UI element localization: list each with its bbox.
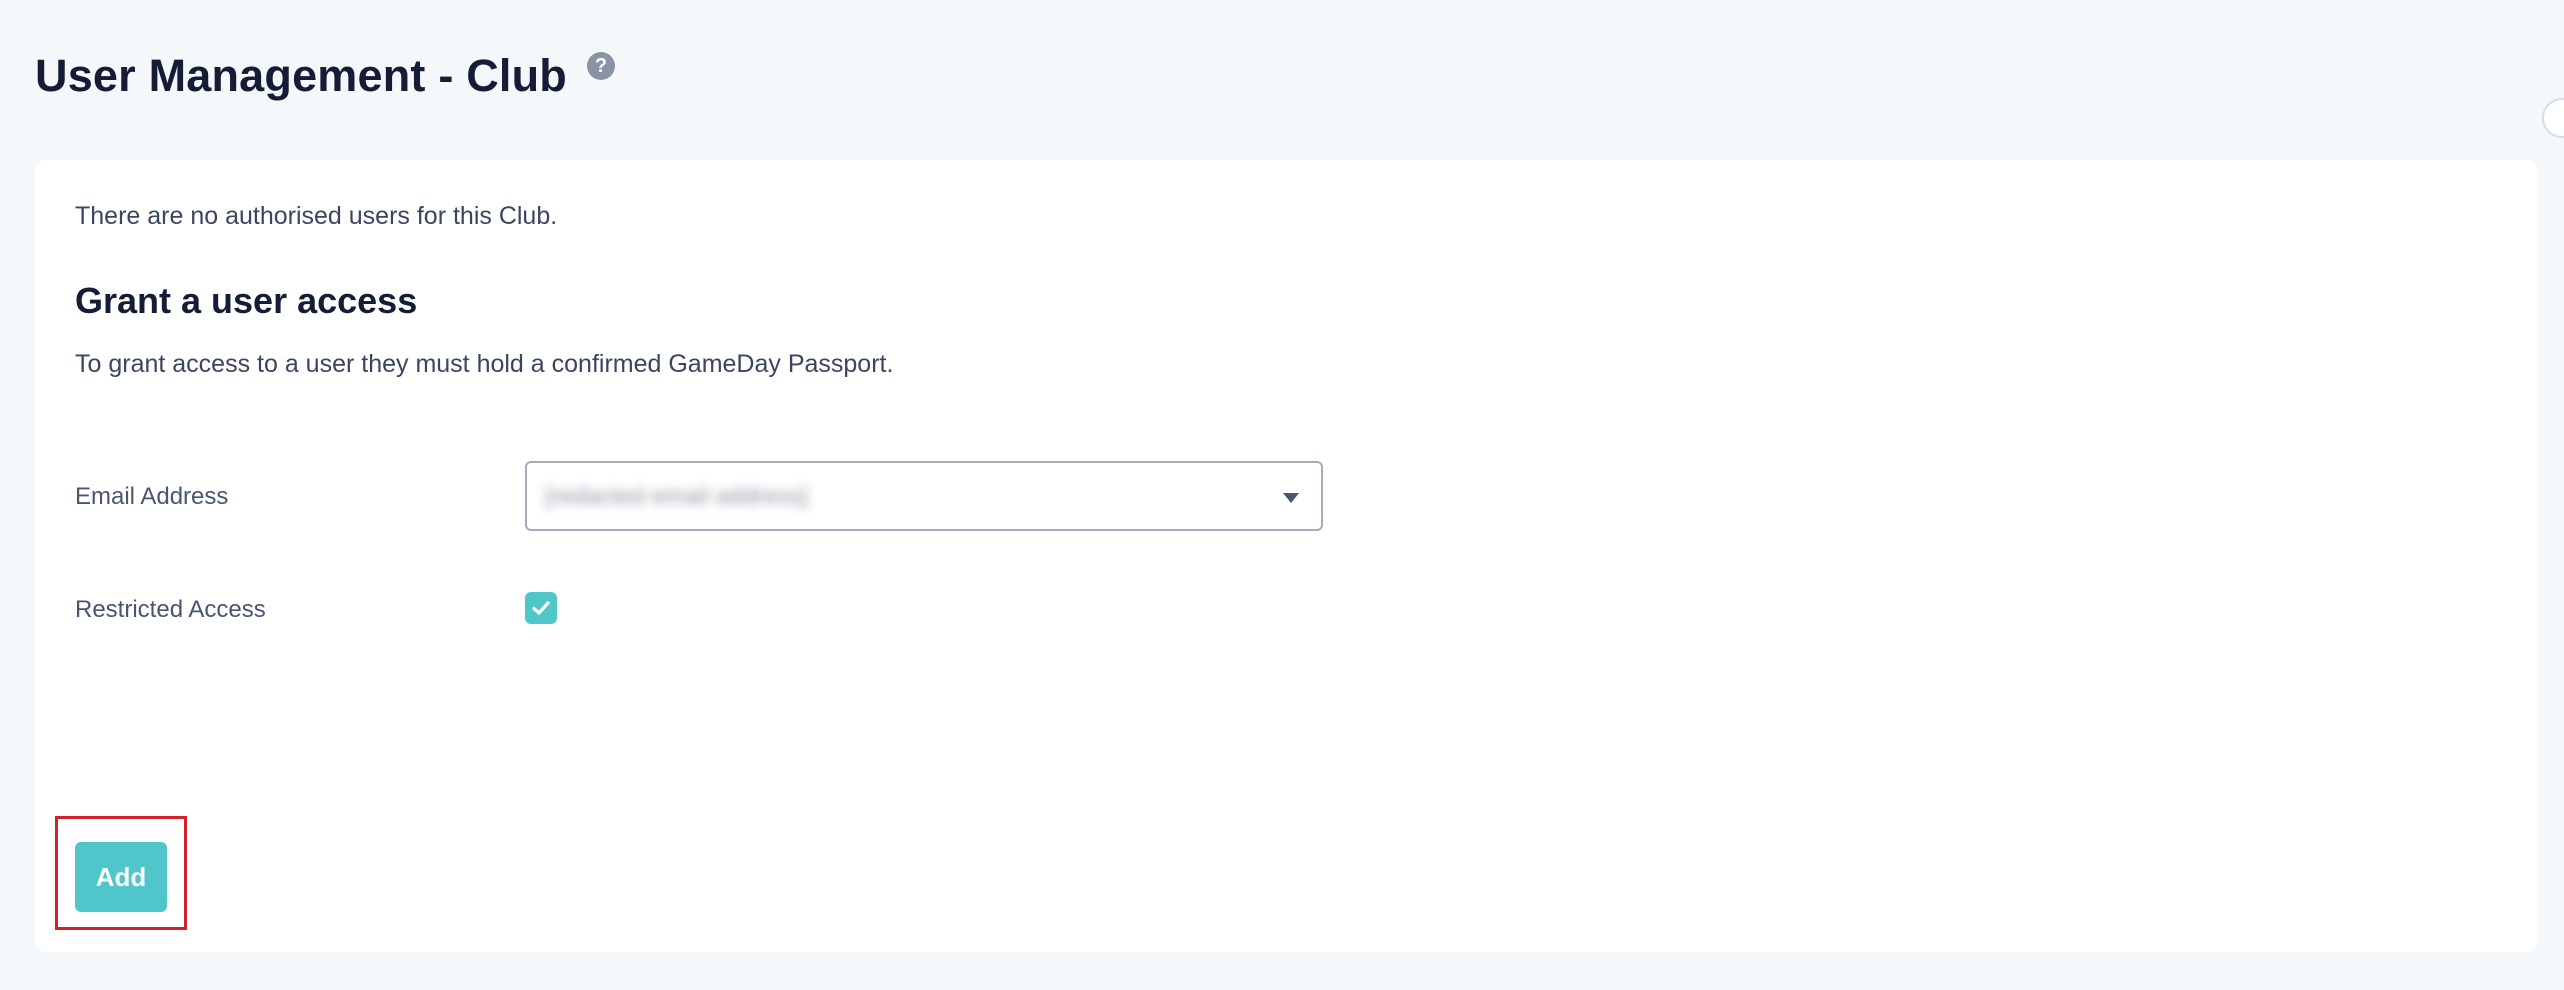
restricted-access-label: Restricted Access	[75, 596, 266, 623]
add-button[interactable]: Add	[75, 842, 167, 912]
grant-access-instructions: To grant access to a user they must hold…	[75, 350, 894, 378]
page: User Management - Club ? There are no au…	[0, 0, 2564, 990]
help-icon[interactable]: ?	[587, 52, 615, 80]
page-title: User Management - Club	[35, 50, 567, 101]
chevron-down-icon	[1283, 493, 1299, 503]
no-users-message: There are no authorised users for this C…	[75, 202, 558, 230]
email-address-select[interactable]: [redacted email address]	[525, 461, 1323, 531]
grant-access-heading: Grant a user access	[75, 280, 418, 321]
user-access-card: There are no authorised users for this C…	[35, 160, 2537, 952]
email-address-label: Email Address	[75, 483, 229, 510]
checkmark-icon	[532, 601, 550, 615]
help-icon-glyph: ?	[594, 54, 608, 77]
email-address-value: [redacted email address]	[545, 483, 808, 510]
edge-handle[interactable]	[2542, 98, 2564, 138]
title-row: User Management - Club ?	[35, 46, 615, 106]
restricted-access-checkbox[interactable]	[525, 592, 557, 624]
